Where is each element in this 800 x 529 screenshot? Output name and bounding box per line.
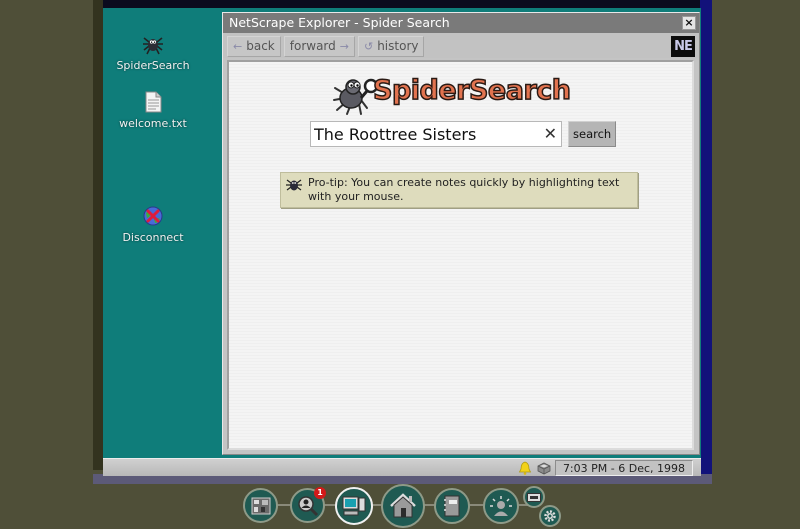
history-button[interactable]: ↺ history [357,36,425,57]
dock-computer-button[interactable] [335,487,373,525]
forward-button[interactable]: forward → [283,36,355,57]
forward-label: forward [289,39,336,53]
back-button[interactable]: ← back [227,36,281,57]
dock-settings-button[interactable] [539,505,561,527]
desktop-icon-label: SpiderSearch [116,59,190,72]
clear-search-icon[interactable]: ✕ [544,124,557,143]
desktop-icon-label: welcome.txt [119,117,187,130]
dock-contact-button[interactable] [483,488,519,524]
magnifier-person-icon [297,495,318,516]
monitor-bezel-left [93,0,103,470]
close-button[interactable]: × [682,16,696,30]
gear-icon [544,510,556,522]
taskbar: 7:03 PM - 6 Dec, 1998 [103,458,701,476]
close-icon: × [684,16,694,29]
search-button[interactable]: search [568,121,617,147]
system-tray: 7:03 PM - 6 Dec, 1998 [518,460,693,476]
tape-icon [527,492,541,502]
dock-quick-save-button[interactable] [523,486,545,508]
dock-suspect-search-button[interactable]: 1 [290,487,326,523]
pro-tip-box: Pro-tip: You can create notes quickly by… [280,172,638,208]
search-bar: ✕ search [310,121,617,147]
arrow-right-icon: → [339,40,349,53]
back-label: back [246,39,275,53]
page-viewport: SpiderSearch ✕ search Pro-tip: You can c… [227,60,694,450]
computer-icon [342,496,366,516]
monitor-bezel-right [700,0,712,480]
window-title-bar[interactable]: NetScrape Explorer - Spider Search × [223,13,699,33]
notebook-icon [444,495,460,517]
spidersearch-logo: SpiderSearch [331,74,591,116]
browser-brand-logo: NE [671,36,695,57]
spider-tip-icon [286,179,302,191]
globe-disconnect-icon [143,206,163,226]
search-input[interactable] [310,121,562,147]
person-glow-icon [490,496,512,516]
game-dock: 1 [0,482,800,529]
desktop-icon-label: Disconnect [122,231,184,244]
desktop-icon-disconnect[interactable]: Disconnect [103,204,203,244]
dock-evidence-board-button[interactable] [243,488,278,523]
dock-notebook-button[interactable] [434,488,470,524]
desktop-icon-welcome-txt[interactable]: welcome.txt [103,90,203,130]
desktop-icon-spidersearch[interactable]: SpiderSearch [103,32,203,72]
text-file-icon [145,91,162,113]
notification-badge: 1 [314,487,326,499]
pro-tip-text: Pro-tip: You can create notes quickly by… [308,176,620,203]
browser-window: NetScrape Explorer - Spider Search × ← b… [222,12,700,455]
window-title: NetScrape Explorer - Spider Search [229,15,450,30]
arrow-left-icon: ← [233,40,243,53]
monitor-bezel-top [97,0,709,8]
spider-icon [143,37,163,55]
network-box-icon[interactable] [536,461,551,475]
clock[interactable]: 7:03 PM - 6 Dec, 1998 [554,460,693,476]
dock-home-button[interactable] [381,484,425,528]
spider-mascot-icon [333,78,379,115]
logo-text: SpiderSearch [372,74,572,107]
desktop: SpiderSearch welcome.txt Disconnect NetS… [103,8,701,476]
history-icon: ↺ [363,40,374,53]
history-label: history [377,39,419,53]
house-icon [390,493,416,518]
corkboard-icon [251,497,270,514]
bell-icon[interactable] [518,461,532,475]
browser-toolbar: ← back forward → ↺ history NE [223,33,699,58]
